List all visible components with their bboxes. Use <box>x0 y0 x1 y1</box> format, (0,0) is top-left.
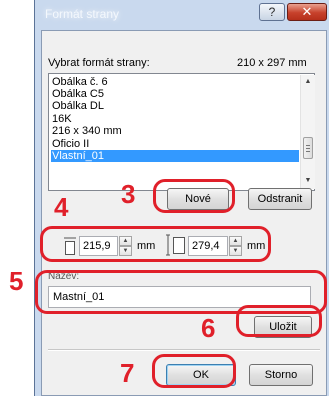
step-number-7: 7 <box>120 358 135 388</box>
format-list-label: Vybrat formát strany: <box>48 57 150 69</box>
highlight-ring-ok <box>152 354 236 388</box>
highlight-ring-save <box>236 305 322 337</box>
list-scrollbar[interactable]: ▲ ▼ <box>300 75 315 189</box>
delete-button[interactable]: Odstranit <box>248 188 312 210</box>
format-size-value: 210 x 297 mm <box>237 57 307 69</box>
format-listbox[interactable]: Obálka č. 6 Obálka C5 Obálka DL 16K 216 … <box>48 73 315 191</box>
list-item-selected[interactable]: Vlastní_01 <box>51 150 299 162</box>
title-bar: Formát strany ? ✕ <box>35 0 329 30</box>
list-item[interactable]: Oficio II <box>51 138 299 150</box>
help-button[interactable]: ? <box>259 3 285 21</box>
cancel-button[interactable]: Storno <box>249 364 313 386</box>
help-icon: ? <box>268 5 276 19</box>
screenshot: { "dialog": { "title": "Formát strany", … <box>0 0 329 396</box>
scroll-thumb[interactable] <box>303 137 313 159</box>
step-number-3: 3 <box>121 179 136 209</box>
highlight-ring-new <box>153 179 235 213</box>
step-number-4: 4 <box>54 192 69 222</box>
dialog-client-area: Vybrat formát strany: 210 x 297 mm Obálk… <box>41 30 327 396</box>
thumb-grip <box>306 151 310 152</box>
separator <box>48 349 320 351</box>
highlight-ring-dimensions <box>40 226 271 262</box>
list-item[interactable]: Obálka č. 6 <box>51 76 299 88</box>
thumb-grip <box>306 145 310 146</box>
thumb-grip <box>306 148 310 149</box>
list-item[interactable]: Obálka DL <box>51 100 299 112</box>
close-button[interactable]: ✕ <box>287 3 327 21</box>
list-item[interactable]: 16K <box>51 113 299 125</box>
close-icon: ✕ <box>301 4 313 19</box>
dialog-title: Formát strany <box>45 7 120 21</box>
list-item[interactable]: Obálka C5 <box>51 88 299 100</box>
step-number-6: 6 <box>201 313 216 343</box>
list-item[interactable]: 216 x 340 mm <box>51 125 299 137</box>
scroll-up-icon[interactable]: ▲ <box>303 77 313 87</box>
step-number-5: 5 <box>9 266 24 296</box>
scroll-down-icon[interactable]: ▼ <box>303 176 313 186</box>
